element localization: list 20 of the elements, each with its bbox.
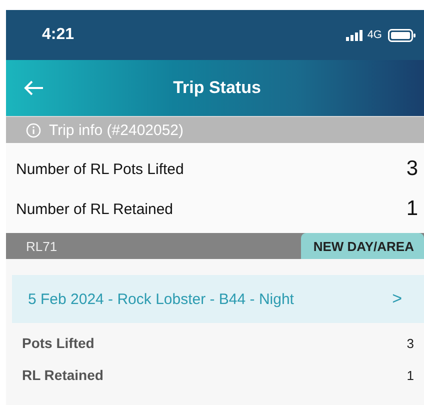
detail-label: RL Retained [22,367,104,383]
signal-icon [346,30,364,40]
section-label: RL71 [26,238,58,254]
summary-value: 1 [406,197,418,221]
clock-time: 4:21 [42,26,74,44]
detail-value: 1 [406,368,414,382]
detail-label: Pots Lifted [22,335,94,351]
network-label: 4G [367,29,382,41]
screen-title: Trip Status [172,78,262,98]
info-icon [26,122,41,138]
trip-title: 5 Feb 2024 - Rock Lobster - B44 - Night [28,290,294,308]
new-day-button[interactable]: NEW DAY/AREA [301,233,424,259]
info-text: Trip info (#2402052) [49,122,184,138]
summary-label: Number of RL Pots Lifted [16,160,184,178]
detail-value: 3 [406,336,414,350]
battery-icon [388,28,416,42]
chevron: > [392,289,402,309]
back-button[interactable] [24,79,46,97]
summary-label: Number of RL Retained [16,200,174,218]
summary-value: 3 [406,157,418,181]
